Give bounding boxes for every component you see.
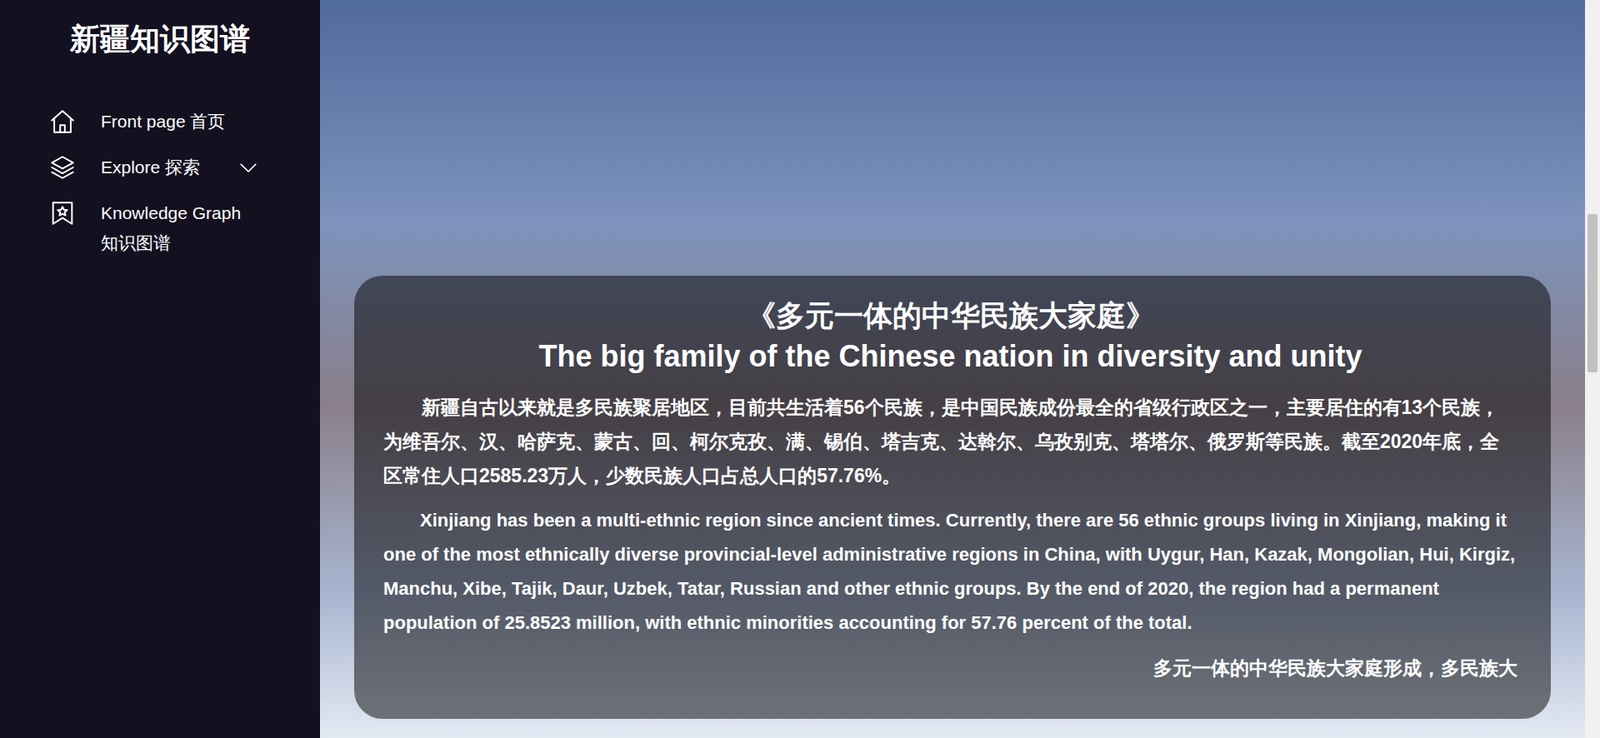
paragraph-zh: 新疆自古以来就是多民族聚居地区，目前共生活着56个民族，是中国民族成份最全的省级… bbox=[383, 390, 1518, 494]
sidebar: 新疆知识图谱 Front page 首页 Explore 探索 Knowledge G… bbox=[0, 0, 320, 738]
sidebar-label: Explore 探索 bbox=[100, 152, 200, 183]
site-title: 新疆知识图谱 bbox=[0, 0, 320, 59]
bookmark-star-icon bbox=[48, 199, 77, 228]
layers-icon bbox=[48, 153, 77, 182]
sidebar-label: Front page 首页 bbox=[100, 106, 225, 137]
sidebar-item[interactable]: Knowledge Graph 知识图谱 bbox=[48, 198, 320, 259]
sidebar-label: Knowledge Graph 知识图谱 bbox=[100, 198, 260, 259]
chevron-box[interactable] bbox=[235, 152, 261, 183]
article-card: 《多元一体的中华民族大家庭》The big family of the Chin… bbox=[354, 275, 1551, 720]
sidebar-icon-box bbox=[48, 106, 77, 137]
sidebar-item[interactable]: Front page 首页 bbox=[48, 106, 320, 137]
chevron-down-icon bbox=[235, 155, 261, 180]
sidebar-icon-box bbox=[48, 152, 77, 183]
paragraph-en: Xinjiang has been a multi-ethnic region … bbox=[383, 503, 1518, 640]
main-area: 《多元一体的中华民族大家庭》The big family of the Chin… bbox=[320, 0, 1600, 738]
content: 《多元一体的中华民族大家庭》The big family of the Chin… bbox=[320, 0, 1585, 738]
sidebar-nav: Front page 首页 Explore 探索 Knowledge Graph 知… bbox=[0, 106, 320, 259]
next-heading: 多元一体的中华民族大家庭形成，多民族大 bbox=[383, 651, 1518, 686]
scrollbar-thumb[interactable] bbox=[1587, 214, 1598, 373]
sidebar-item[interactable]: Explore 探索 bbox=[48, 152, 320, 183]
title-en: The big family of the Chinese nation in … bbox=[383, 335, 1518, 378]
home-icon bbox=[48, 107, 77, 136]
title-zh: 《多元一体的中华民族大家庭》 bbox=[383, 295, 1518, 336]
sidebar-icon-box bbox=[48, 198, 77, 229]
scrollbar[interactable] bbox=[1585, 0, 1600, 738]
